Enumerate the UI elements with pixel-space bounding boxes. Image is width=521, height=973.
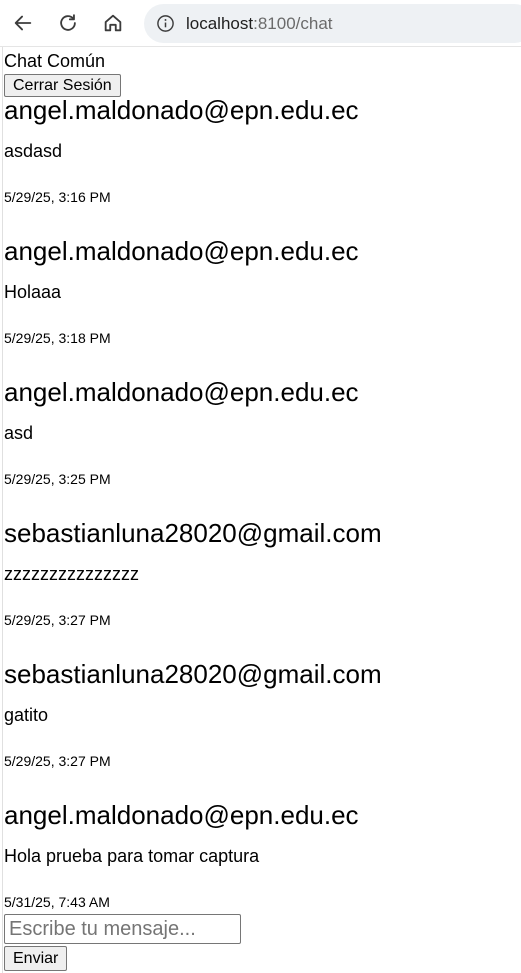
- message-sender: angel.maldonado@epn.edu.ec: [4, 95, 359, 125]
- logout-button[interactable]: Cerrar Sesión: [4, 74, 121, 97]
- message-timestamp: 5/29/25, 3:27 PM: [4, 753, 111, 769]
- message-timestamp: 5/31/25, 7:43 AM: [4, 894, 110, 910]
- message-text: asd: [4, 423, 34, 443]
- message-text: gatito: [4, 705, 49, 725]
- site-info-icon[interactable]: [156, 14, 175, 33]
- message-sender: sebastianluna28020@gmail.com: [4, 659, 382, 689]
- message-timestamp: 5/29/25, 3:27 PM: [4, 612, 111, 628]
- url-text: localhost:8100/chat: [186, 14, 333, 33]
- send-button[interactable]: Enviar: [4, 946, 68, 971]
- page-viewport: Chat Común angel.maldonado@epn.edu.ec as…: [2, 47, 521, 973]
- message-text: Holaaa: [4, 282, 62, 302]
- address-bar[interactable]: localhost:8100/chat: [144, 4, 521, 43]
- message-sender: angel.maldonado@epn.edu.ec: [4, 800, 359, 830]
- message-text: zzzzzzzzzzzzzzz: [4, 564, 139, 584]
- message-sender: sebastianluna28020@gmail.com: [4, 518, 382, 548]
- url-path: :8100/chat: [253, 14, 333, 33]
- message-sender: angel.maldonado@epn.edu.ec: [4, 377, 359, 407]
- back-arrow-icon[interactable]: [8, 8, 38, 38]
- message-timestamp: 5/29/25, 3:16 PM: [4, 189, 111, 205]
- reload-icon[interactable]: [53, 8, 83, 38]
- browser-toolbar: localhost:8100/chat: [0, 0, 521, 47]
- message-text: Hola prueba para tomar captura: [4, 846, 260, 866]
- message-text: asdasd: [4, 141, 63, 161]
- home-icon[interactable]: [98, 8, 128, 38]
- url-host: localhost: [186, 14, 254, 33]
- message-timestamp: 5/29/25, 3:25 PM: [4, 471, 111, 487]
- message-sender: angel.maldonado@epn.edu.ec: [4, 236, 359, 266]
- message-timestamp: 5/29/25, 3:18 PM: [4, 330, 111, 346]
- page-title: Chat Común: [4, 51, 106, 71]
- message-input[interactable]: [4, 914, 241, 944]
